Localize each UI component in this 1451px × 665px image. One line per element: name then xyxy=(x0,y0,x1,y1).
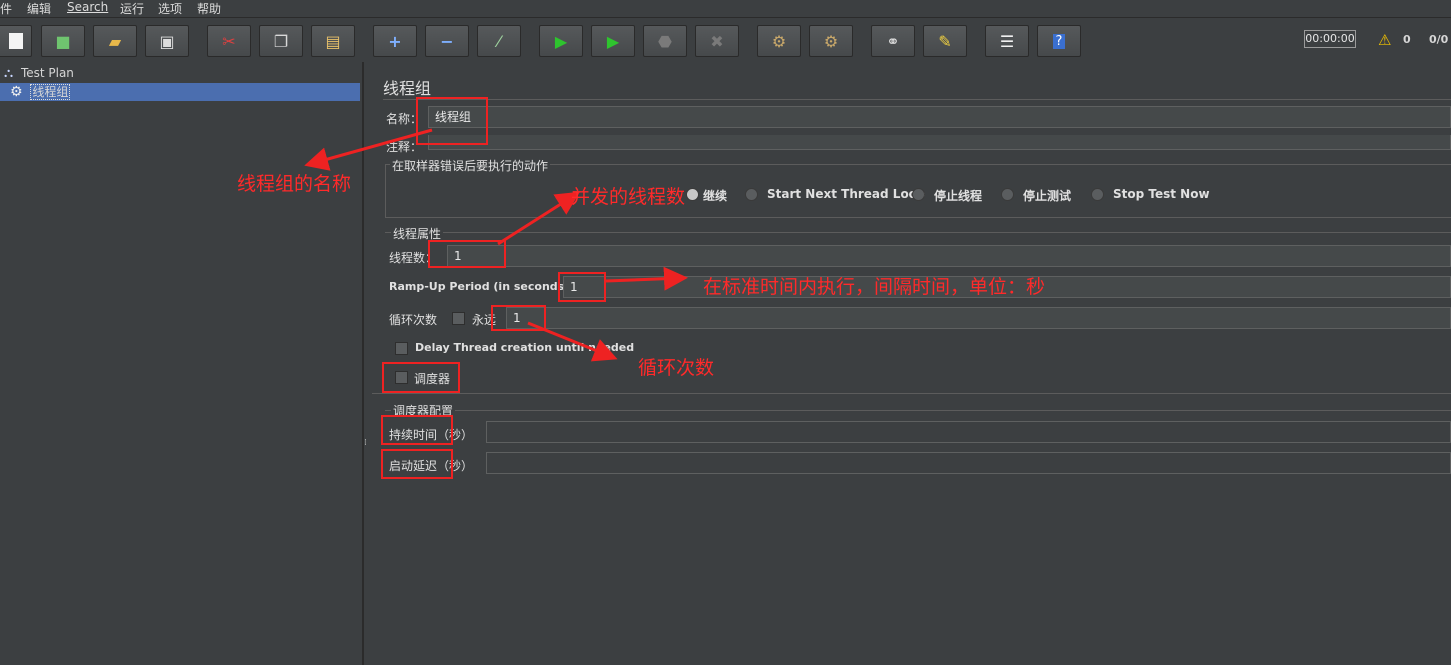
annotation-loop: 循环次数 xyxy=(638,357,715,379)
annotation-arrows xyxy=(304,128,688,362)
arrow-rampup xyxy=(605,266,688,291)
annotation-rampup: 在标准时间内执行，间隔时间，单位：秒 xyxy=(703,276,1046,298)
arrow-threads xyxy=(497,191,581,246)
arrow-name xyxy=(304,128,433,171)
annotation-name: 线程组的名称 xyxy=(237,173,352,195)
arrow-loop xyxy=(527,321,618,362)
annotation-threads: 并发的线程数 xyxy=(571,186,686,208)
